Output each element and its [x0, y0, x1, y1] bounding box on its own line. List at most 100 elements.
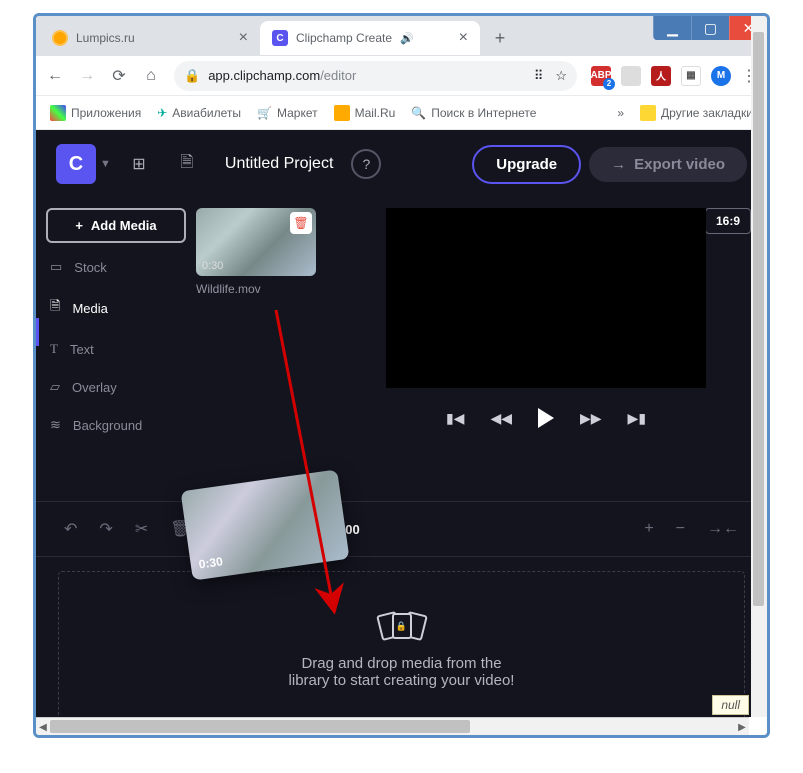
- clip-filename: Wildlife.mov: [196, 282, 356, 296]
- app-logo-icon[interactable]: C: [56, 144, 96, 184]
- bookmark-market[interactable]: 🛒Маркет: [257, 106, 318, 120]
- upgrade-button[interactable]: Upgrade: [472, 145, 581, 184]
- new-tab-button[interactable]: +: [486, 24, 514, 52]
- file-button[interactable]: 🗎: [167, 144, 207, 184]
- rewind-button[interactable]: ◀◀: [490, 410, 512, 427]
- undo-button[interactable]: ↶: [64, 519, 77, 539]
- sidebar-item-label: Background: [73, 418, 142, 433]
- help-button[interactable]: ?: [351, 149, 381, 179]
- playback-controls: ▮◀ ◀◀ ▶▶ ▶▮: [386, 408, 706, 428]
- sidebar-item-overlay[interactable]: ▱ Overlay: [46, 373, 186, 401]
- tab-clipchamp[interactable]: C Clipchamp Create 🔊 ×: [260, 21, 480, 55]
- export-video-button[interactable]: → Export video: [589, 147, 747, 182]
- media-library: 🗑 0:30 Wildlife.mov: [196, 198, 356, 501]
- add-media-label: Add Media: [91, 218, 157, 233]
- fast-forward-button[interactable]: ▶▶: [580, 410, 602, 427]
- zoom-out-button[interactable]: −: [676, 520, 685, 538]
- nav-forward-button[interactable]: →: [78, 67, 96, 85]
- sidebar-item-label: Overlay: [72, 380, 117, 395]
- sidebar-item-label: Media: [72, 301, 107, 316]
- add-media-button[interactable]: + Add Media: [46, 208, 186, 243]
- text-icon: T: [50, 341, 58, 357]
- zoom-fit-button[interactable]: →←: [707, 520, 739, 538]
- nav-back-button[interactable]: ←: [46, 67, 64, 85]
- extension-icon[interactable]: ▦: [681, 66, 701, 86]
- sidebar-item-stock[interactable]: ▭ Stock: [46, 253, 186, 281]
- sidebar-item-text[interactable]: T Text: [46, 335, 186, 363]
- lock-icon: 🔒: [184, 68, 200, 84]
- skip-end-button[interactable]: ▶▮: [628, 410, 646, 427]
- bookmark-label: Авиабилеты: [172, 106, 241, 120]
- scrollbar-thumb[interactable]: [50, 720, 470, 733]
- sidebar-item-media[interactable]: 🗎 Media: [46, 291, 186, 325]
- play-button[interactable]: [538, 408, 554, 428]
- aspect-ratio-button[interactable]: 16:9: [705, 208, 751, 234]
- nav-home-button[interactable]: ⌂: [142, 67, 160, 85]
- bookmark-search[interactable]: 🔍Поиск в Интернете: [411, 106, 536, 120]
- sidebar-active-indicator: [36, 318, 39, 346]
- tab-audio-icon[interactable]: 🔊: [400, 32, 414, 45]
- bookmark-label: Mail.Ru: [355, 106, 396, 120]
- plus-icon: +: [75, 218, 83, 233]
- bookmark-apps[interactable]: Приложения: [50, 105, 141, 121]
- tab-title: Clipchamp Create: [296, 31, 392, 45]
- tab-title: Lumpics.ru: [76, 31, 135, 45]
- lumpics-favicon-icon: [52, 30, 68, 46]
- delete-clip-button[interactable]: 🗑: [290, 212, 312, 234]
- timeline-dropzone[interactable]: 🔒 Drag and drop media from the library t…: [58, 571, 745, 717]
- adblock-extension-icon[interactable]: ABP 2: [591, 66, 611, 86]
- scrollbar-thumb[interactable]: [753, 32, 764, 606]
- skip-start-button[interactable]: ▮◀: [446, 410, 464, 427]
- null-tooltip: null: [712, 695, 749, 715]
- stock-icon: ▭: [50, 259, 62, 275]
- redo-button[interactable]: ↷: [99, 519, 112, 539]
- extension-badge: 2: [603, 78, 615, 90]
- pdf-extension-icon[interactable]: 人: [651, 66, 671, 86]
- bookmark-mailru[interactable]: Mail.Ru: [334, 105, 396, 121]
- browser-toolbar: ← → ⟳ ⌂ 🔒 app.clipchamp.com/editor ⠿ ☆ A…: [36, 56, 767, 96]
- scroll-left-icon[interactable]: ◀: [36, 718, 50, 736]
- project-title-input[interactable]: Untitled Project: [225, 155, 334, 173]
- translate-icon[interactable]: ⠿: [534, 68, 544, 84]
- maximize-button[interactable]: ▢: [691, 16, 729, 40]
- timeline-toolbar: ↶ ↷ ✂ 🗑 ⧉ ⧉₊ 0:00 / 0:00 + − →←: [36, 501, 767, 557]
- close-tab-icon[interactable]: ×: [239, 29, 248, 47]
- bookmark-label: Поиск в Интернете: [431, 106, 536, 120]
- bookmarks-overflow-icon[interactable]: »: [617, 106, 624, 120]
- vertical-scrollbar[interactable]: [751, 16, 767, 717]
- preview-canvas[interactable]: [386, 208, 706, 388]
- close-tab-icon[interactable]: ×: [459, 29, 468, 47]
- scroll-right-icon[interactable]: ▶: [735, 718, 749, 736]
- ghost-duration: 0:30: [198, 554, 224, 571]
- overlay-icon: ▱: [50, 379, 60, 395]
- dropzone-cards-icon: 🔒: [379, 613, 425, 643]
- split-button[interactable]: ✂: [135, 519, 148, 539]
- bookmark-aviabilety[interactable]: ✈Авиабилеты: [157, 106, 241, 120]
- bookmarks-bar: Приложения ✈Авиабилеты 🛒Маркет Mail.Ru 🔍…: [36, 96, 767, 130]
- clip-duration: 0:30: [202, 260, 223, 272]
- preview-panel: 16:9 ▮◀ ◀◀ ▶▶ ▶▮: [356, 198, 767, 501]
- minimize-button[interactable]: ▁: [653, 16, 691, 40]
- media-clip[interactable]: 🗑 0:30: [196, 208, 316, 276]
- bookmark-label: Маркет: [277, 106, 318, 120]
- zoom-in-button[interactable]: +: [644, 520, 653, 538]
- chevron-down-icon[interactable]: ▼: [100, 158, 111, 170]
- nav-reload-button[interactable]: ⟳: [110, 66, 128, 86]
- templates-button[interactable]: ⊞: [119, 144, 159, 184]
- profile-avatar-icon[interactable]: M: [711, 66, 731, 86]
- url-path: /editor: [320, 68, 356, 83]
- tab-lumpics[interactable]: Lumpics.ru ×: [40, 21, 260, 55]
- bookmark-star-icon[interactable]: ☆: [555, 68, 567, 84]
- media-icon: 🗎: [50, 297, 60, 319]
- sidebar-item-label: Text: [70, 342, 94, 357]
- clipchamp-app: C ▼ ⊞ 🗎 Untitled Project ? Upgrade → Exp…: [36, 130, 767, 717]
- sidebar-item-label: Stock: [74, 260, 107, 275]
- sidebar-item-background[interactable]: ≋Background: [46, 411, 186, 439]
- bookmark-label: Приложения: [71, 106, 141, 120]
- extension-icon[interactable]: [621, 66, 641, 86]
- other-bookmarks-button[interactable]: Другие закладки: [640, 105, 753, 121]
- dropzone-text-line2: library to start creating your video!: [289, 672, 515, 689]
- horizontal-scrollbar[interactable]: ◀ ▶: [36, 717, 749, 735]
- extension-icons: ABP 2 人 ▦ M ⋮: [591, 66, 757, 86]
- address-bar[interactable]: 🔒 app.clipchamp.com/editor ⠿ ☆: [174, 61, 577, 91]
